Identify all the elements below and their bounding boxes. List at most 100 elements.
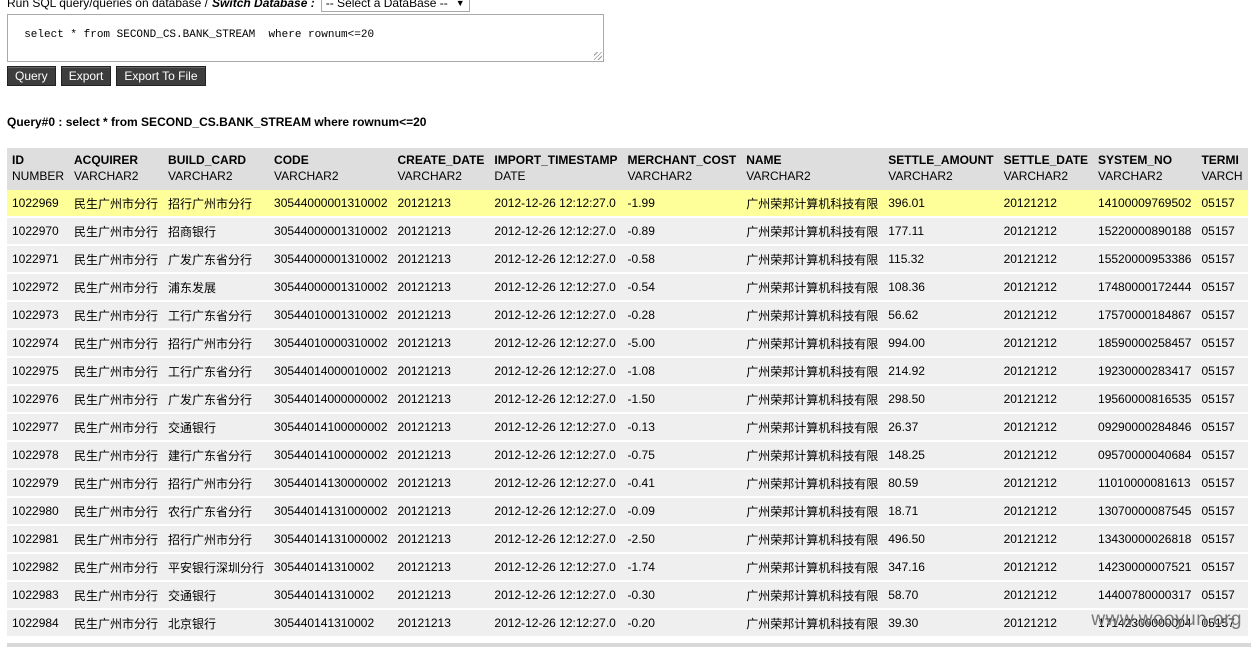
database-select[interactable]: -- Select a DataBase -- ▼ [320, 0, 470, 12]
table-row[interactable]: 1022971 民生广州市分行 广发广东省分行 30544000001310002 20… [7, 245, 1248, 274]
table-row[interactable]: 1022979 民生广州市分行 招行广州市分行 30544014130000002 20… [7, 469, 1248, 498]
table-cell: 2012-12-26 12:12:27.0 [489, 217, 623, 246]
table-cell: -0.20 [622, 609, 742, 638]
table-cell: 1022969 [7, 190, 70, 218]
column-name: CODE [274, 153, 309, 167]
table-row[interactable]: 1022969 民生广州市分行 招行广州市分行 30544000001310002 20… [7, 190, 1248, 218]
table-cell: 广州荣邦计算机科技有限 [741, 245, 884, 274]
table-cell: -5.00 [622, 329, 742, 358]
table-row[interactable]: 1022978 民生广州市分行 建行广东省分行 30544014100000002 20… [7, 441, 1248, 470]
horizontal-scrollbar[interactable] [7, 643, 1251, 647]
table-row[interactable]: 1022983 民生广州市分行 交通银行 305440141310002 2012121… [7, 581, 1248, 610]
table-cell: 14230000007521 [1093, 553, 1197, 582]
table-cell: 2012-12-26 12:12:27.0 [489, 385, 623, 414]
sql-query-text: select * from SECOND_CS.BANK_STREAM wher… [24, 29, 375, 41]
table-cell: 民生广州市分行 [69, 245, 164, 274]
table-cell: 19230000283417 [1093, 357, 1197, 386]
table-cell: 2012-12-26 12:12:27.0 [489, 497, 623, 526]
table-row[interactable]: 1022976 民生广州市分行 广发广东省分行 30544014000000002 20… [7, 385, 1248, 414]
table-cell: 广州荣邦计算机科技有限 [741, 581, 884, 610]
table-cell: 30544014131000002 [269, 525, 393, 554]
export-to-file-button[interactable]: Export To File [116, 66, 206, 86]
column-name: NAME [746, 153, 782, 167]
column-header: BUILD_CARD VARCHAR2 [163, 148, 270, 190]
chevron-down-icon: ▼ [455, 0, 465, 8]
table-row[interactable]: 1022982 民生广州市分行 平安银行深圳分行 305440141310002 201… [7, 553, 1248, 582]
table-row[interactable]: 1022981 民生广州市分行 招行广州市分行 30544014131000002 20… [7, 525, 1248, 554]
table-cell: 30544000001310002 [269, 217, 393, 246]
table-cell: 20121213 [392, 581, 490, 610]
table-row[interactable]: 1022984 民生广州市分行 北京银行 305440141310002 2012121… [7, 609, 1248, 638]
resize-handle-icon[interactable] [594, 52, 602, 60]
table-cell: 30544014130000002 [269, 469, 393, 498]
table-body: 1022969 民生广州市分行 招行广州市分行 30544000001310002 20… [7, 190, 1248, 638]
table-cell: 广州荣邦计算机科技有限 [741, 469, 884, 498]
table-cell: 30544014100000002 [269, 441, 393, 470]
export-button[interactable]: Export [60, 66, 112, 86]
column-type: VARCHAR2 [888, 169, 953, 183]
table-cell: 广州荣邦计算机科技有限 [741, 329, 884, 358]
table-cell: 05157 [1196, 469, 1248, 498]
table-cell: -1.50 [622, 385, 742, 414]
table-cell: 30544014000010002 [269, 357, 393, 386]
sql-query-input[interactable]: select * from SECOND_CS.BANK_STREAM wher… [7, 14, 604, 62]
table-cell: 05157 [1196, 329, 1248, 358]
table-cell: 广州荣邦计算机科技有限 [741, 441, 884, 470]
table-cell: 2012-12-26 12:12:27.0 [489, 413, 623, 442]
table-cell: 交通银行 [163, 581, 270, 610]
table-cell: 05157 [1196, 497, 1248, 526]
column-name: BUILD_CARD [168, 153, 247, 167]
table-cell: 浦东发展 [163, 273, 270, 302]
table-cell: 工行广东省分行 [163, 301, 270, 330]
table-cell: 民生广州市分行 [69, 217, 164, 246]
table-row[interactable]: 1022975 民生广州市分行 工行广东省分行 30544014000010002 20… [7, 357, 1248, 386]
table-cell: 1022970 [7, 217, 70, 246]
column-type: VARCHAR2 [1003, 169, 1069, 183]
table-cell: 民生广州市分行 [69, 357, 164, 386]
table-cell: 20121212 [998, 385, 1094, 414]
table-row[interactable]: 1022977 民生广州市分行 交通银行 30544014100000002 20121… [7, 413, 1248, 442]
column-header: SETTLE_DATE VARCHAR2 [998, 148, 1094, 190]
table-cell: 20121212 [998, 609, 1094, 638]
table-cell: 广州荣邦计算机科技有限 [741, 553, 884, 582]
table-cell: 民生广州市分行 [69, 329, 164, 358]
column-type: VARCHAR2 [746, 169, 811, 183]
watermark: www.wooyun.org [1091, 609, 1242, 630]
table-cell: 18590000258457 [1093, 329, 1197, 358]
query-button[interactable]: Query [7, 66, 56, 86]
table-cell: 20121213 [392, 301, 490, 330]
table-row[interactable]: 1022973 民生广州市分行 工行广东省分行 30544010001310002 20… [7, 301, 1248, 330]
column-header: NAME VARCHAR2 [741, 148, 884, 190]
table-cell: 民生广州市分行 [69, 385, 164, 414]
table-cell: 20121212 [998, 273, 1094, 302]
column-name: TERMI [1201, 153, 1239, 167]
table-cell: -1.08 [622, 357, 742, 386]
table-cell: 58.70 [883, 581, 999, 610]
table-cell: 2012-12-26 12:12:27.0 [489, 273, 623, 302]
table-cell: 20121212 [998, 357, 1094, 386]
table-row[interactable]: 1022980 民生广州市分行 农行广东省分行 30544014131000002 20… [7, 497, 1248, 526]
result-grid-container: ID NUMBER ACQUIRER VARCHAR2 BUILD_CARD VARCHA… [7, 148, 1251, 647]
column-name: MERCHANT_COST [627, 153, 737, 167]
column-type: VARCHAR2 [1098, 169, 1163, 183]
column-type: VARCHAR2 [397, 169, 462, 183]
table-cell: -0.30 [622, 581, 742, 610]
table-cell: 05157 [1196, 217, 1248, 246]
table-cell: 民生广州市分行 [69, 190, 164, 218]
table-row[interactable]: 1022972 民生广州市分行 浦东发展 30544000001310002 20121… [7, 273, 1248, 302]
table-row[interactable]: 1022970 民生广州市分行 招商银行 30544000001310002 20121… [7, 217, 1248, 246]
table-cell: 396.01 [883, 190, 999, 218]
table-cell: 305440141310002 [269, 553, 393, 582]
table-cell: 1022974 [7, 329, 70, 358]
column-header: IMPORT_TIMESTAMP DATE [489, 148, 623, 190]
table-cell: 1022972 [7, 273, 70, 302]
table-cell: 广州荣邦计算机科技有限 [741, 357, 884, 386]
table-cell: 北京银行 [163, 609, 270, 638]
switch-database-label: Switch Database : [212, 0, 315, 10]
table-cell: 20121213 [392, 413, 490, 442]
table-cell: 20121213 [392, 245, 490, 274]
table-cell: -0.09 [622, 497, 742, 526]
table-row[interactable]: 1022974 民生广州市分行 招行广州市分行 30544010000310002 20… [7, 329, 1248, 358]
table-cell: 20121213 [392, 497, 490, 526]
table-cell: 2012-12-26 12:12:27.0 [489, 245, 623, 274]
